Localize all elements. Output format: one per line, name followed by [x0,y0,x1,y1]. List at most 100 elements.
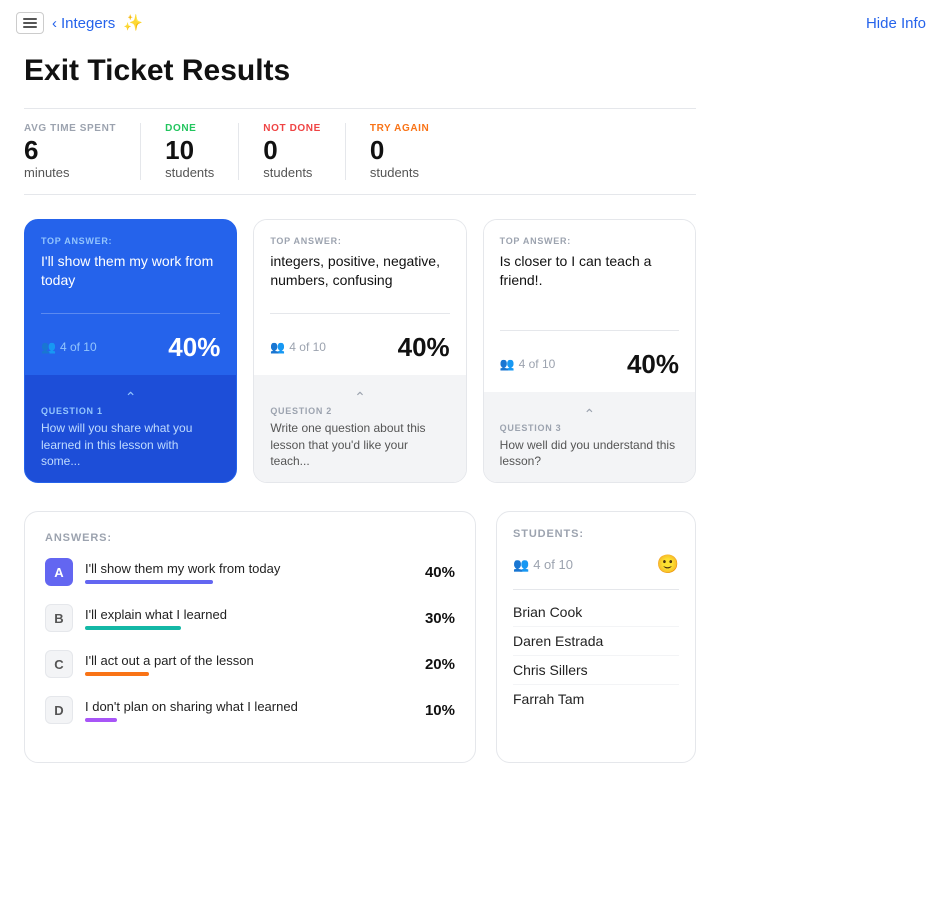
answer-item-c[interactable]: C I'll act out a part of the lesson 20% [45,650,455,678]
answer-text-c: I'll act out a part of the lesson [85,653,405,668]
students-divider [513,589,679,590]
stat-avg-time: AVG TIME SPENT 6 minutes [24,123,141,180]
percent-value-3: 40% [627,349,679,380]
answers-panel-title: ANSWERS: [45,532,455,544]
answer-text-a: I'll show them my work from today [85,561,405,576]
answer-item-a[interactable]: A I'll show them my work from today 40% [45,558,455,586]
answer-content-a: I'll show them my work from today [85,561,405,584]
stat-done: DONE 10 students [165,123,239,180]
answer-bar-wrap-b [85,626,405,630]
student-name-4: Farrah Tam [513,685,679,713]
sidebar-toggle-button[interactable] [16,12,44,34]
stat-label-avg-time: AVG TIME SPENT [24,123,116,134]
answer-bar-wrap-a [85,580,405,584]
stat-subtext-not-done: students [263,165,321,180]
chevron-up-icon-3: ⌃ [500,402,679,423]
answer-item-d[interactable]: D I don't plan on sharing what I learned… [45,696,455,724]
stat-label-done: DONE [165,123,214,134]
stat-value-try-again: 0 [370,136,429,165]
student-name-1: Brian Cook [513,598,679,627]
answer-bar-d [85,718,117,722]
question-card-top-1: TOP ANSWER: I'll show them my work from … [25,220,236,303]
question-number-2: QUESTION 2 [270,406,449,416]
questions-row: TOP ANSWER: I'll show them my work from … [24,219,696,484]
student-name-2: Daren Estrada [513,627,679,656]
top-answer-label-3: TOP ANSWER: [500,236,679,246]
top-bar-left: ‹ Integers ✨ [16,12,143,34]
question-number-1: QUESTION 1 [41,406,220,416]
sidebar-toggle-icon [23,18,37,28]
question-card-3[interactable]: TOP ANSWER: Is closer to I can teach a f… [483,219,696,484]
top-answer-label-2: TOP ANSWER: [270,236,449,246]
stat-not-done: NOT DONE 0 students [263,123,346,180]
top-answer-text-2: integers, positive, negative, numbers, c… [270,252,449,291]
answer-content-d: I don't plan on sharing what I learned [85,699,405,722]
students-count-2: 👥 4 of 10 [270,340,326,354]
stat-try-again: TRY AGAIN 0 students [370,123,453,180]
answer-letter-b: B [45,604,73,632]
students-count-row: 👥 4 of 10 🙂 [513,554,679,575]
students-count-text: 👥 4 of 10 [513,557,573,573]
answer-text-b: I'll explain what I learned [85,607,405,622]
top-answer-label-1: TOP ANSWER: [41,236,220,246]
stat-subtext-done: students [165,165,214,180]
answer-bar-wrap-c [85,672,405,676]
bottom-section: ANSWERS: A I'll show them my work from t… [24,511,696,763]
stat-label-not-done: NOT DONE [263,123,321,134]
question-card-stats-1: 👥 4 of 10 40% [25,324,236,375]
students-count-1: 👥 4 of 10 [41,340,97,354]
question-number-3: QUESTION 3 [500,423,679,433]
chevron-up-icon-1: ⌃ [41,385,220,406]
question-text-3: How well did you understand this lesson? [500,437,679,471]
sparkle-icon: ✨ [123,13,143,33]
stat-value-done: 10 [165,136,214,165]
students-count-3: 👥 4 of 10 [500,357,556,371]
question-card-2[interactable]: TOP ANSWER: integers, positive, negative… [253,219,466,484]
question-card-top-3: TOP ANSWER: Is closer to I can teach a f… [484,220,695,320]
chevron-left-icon: ‹ [52,15,57,32]
answer-percent-a: 40% [417,564,455,581]
answer-letter-d: D [45,696,73,724]
answer-percent-c: 20% [417,656,455,673]
answer-bar-b [85,626,181,630]
back-button[interactable]: ‹ Integers [52,15,115,32]
card-divider-2 [270,313,449,314]
question-card-stats-2: 👥 4 of 10 40% [254,324,465,375]
stat-label-try-again: TRY AGAIN [370,123,429,134]
smiley-icon[interactable]: 🙂 [657,554,679,575]
people-icon-students: 👥 [513,557,529,573]
question-card-top-2: TOP ANSWER: integers, positive, negative… [254,220,465,303]
question-text-2: Write one question about this lesson tha… [270,420,449,470]
answer-bar-c [85,672,149,676]
question-text-1: How will you share what you learned in t… [41,420,220,470]
back-label: Integers [61,15,115,32]
question-card-stats-3: 👥 4 of 10 40% [484,341,695,392]
students-panel: STUDENTS: 👥 4 of 10 🙂 Brian Cook Daren E… [496,511,696,763]
question-card-footer-2: ⌃ QUESTION 2 Write one question about th… [254,375,465,482]
answer-letter-c: C [45,650,73,678]
stats-row: AVG TIME SPENT 6 minutes DONE 10 student… [24,108,696,195]
question-card-footer-3: ⌃ QUESTION 3 How well did you understand… [484,392,695,483]
chevron-up-icon-2: ⌃ [270,385,449,406]
percent-value-1: 40% [168,332,220,363]
page-title: Exit Ticket Results [24,54,696,88]
stat-subtext-try-again: students [370,165,429,180]
answer-item-b[interactable]: B I'll explain what I learned 30% [45,604,455,632]
stat-value-avg-time: 6 [24,136,116,165]
answer-content-c: I'll act out a part of the lesson [85,653,405,676]
hide-info-button[interactable]: Hide Info [866,15,926,32]
student-name-3: Chris Sillers [513,656,679,685]
people-icon-3: 👥 [500,357,515,371]
percent-value-2: 40% [398,332,450,363]
answer-percent-b: 30% [417,610,455,627]
people-icon-1: 👥 [41,340,56,354]
answers-panel: ANSWERS: A I'll show them my work from t… [24,511,476,763]
top-answer-text-1: I'll show them my work from today [41,252,220,291]
answer-percent-d: 10% [417,702,455,719]
question-card-1[interactable]: TOP ANSWER: I'll show them my work from … [24,219,237,484]
people-icon-2: 👥 [270,340,285,354]
question-card-footer-1: ⌃ QUESTION 1 How will you share what you… [25,375,236,482]
card-divider-3 [500,330,679,331]
stat-value-not-done: 0 [263,136,321,165]
answer-letter-a: A [45,558,73,586]
